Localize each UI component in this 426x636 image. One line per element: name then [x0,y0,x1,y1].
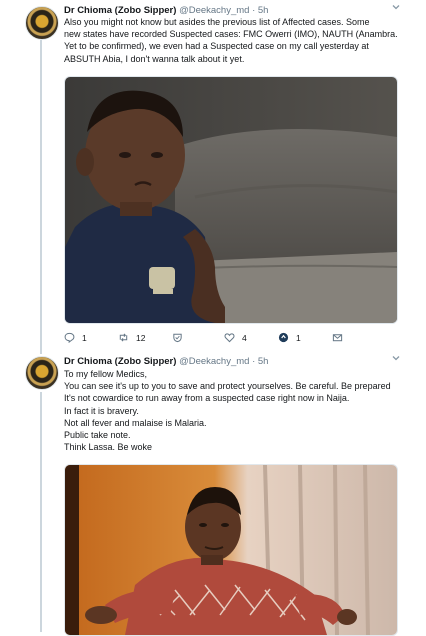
tweet-text-line: Yet to be confirmed), we even had a Susp… [64,41,369,52]
conversation-icon [278,332,289,343]
tweet-text-line: To my fellow Medics, [64,369,148,379]
timestamp[interactable]: 5h [258,5,269,16]
reply-count-button[interactable]: 1 [278,332,301,343]
tweet-text-line: In fact it is bravery. [64,405,139,416]
chevron-down-icon[interactable] [391,353,401,363]
retweet-count: 12 [136,332,146,343]
analytics-button[interactable] [172,332,183,343]
tweet-text-line: Public take note. [64,430,131,441]
tweet-text-line: new states have recorded Suspected cases… [64,29,398,40]
tweet-text-line: It's not cowardice to run away from a su… [64,393,350,404]
dm-button[interactable] [332,332,343,343]
tweet-text-line: Think Lassa. Be woke [64,442,153,453]
avatar[interactable] [25,6,59,40]
tweet[interactable]: Dr Chioma (Zobo Sipper) @Deekachy_md · 5… [0,350,426,636]
tweet-text-line: Also you might not know but asides the p… [64,17,370,27]
tweet-text: Also you might not know but asides the p… [64,16,402,65]
reply-button[interactable]: 1 [64,332,87,343]
tweet-text-line: You can see it's up to you to save and p… [64,381,391,392]
mail-icon [332,334,343,342]
tweet-text: To my fellow Medics, You can see it's up… [64,368,402,453]
tweet-media-photo[interactable] [64,464,398,636]
tweet-media-photo[interactable] [64,76,398,324]
shield-icon [173,333,182,343]
author-handle[interactable]: @Deekachy_md [179,5,249,16]
man-photo [65,465,397,635]
reply-count: 1 [82,332,87,343]
like-button[interactable]: 4 [224,332,247,343]
tweet-text-line: Not all fever and malaise is Malaria. [64,417,207,428]
reply-count-extra: 1 [296,332,301,343]
author-handle[interactable]: @Deekachy_md [179,356,249,367]
author-name[interactable]: Dr Chioma (Zobo Sipper) [64,356,176,367]
reply-icon [64,332,75,343]
like-count: 4 [242,332,247,343]
toddler-photo [65,77,397,323]
tweet-header: Dr Chioma (Zobo Sipper) @Deekachy_md · 5… [64,355,268,368]
retweet-button[interactable]: 12 [118,332,145,343]
chevron-down-icon[interactable] [391,2,401,12]
avatar[interactable] [25,356,59,390]
tweet[interactable]: Dr Chioma (Zobo Sipper) @Deekachy_md · 5… [0,0,426,350]
author-name[interactable]: Dr Chioma (Zobo Sipper) [64,5,176,16]
tweet-actions: 1 12 4 1 [64,332,394,346]
tweet-text-line: ABSUTH Abia, I don't wanna talk about it… [64,53,245,64]
timestamp[interactable]: 5h [258,356,269,367]
retweet-icon [119,333,128,342]
heart-icon [224,333,235,343]
